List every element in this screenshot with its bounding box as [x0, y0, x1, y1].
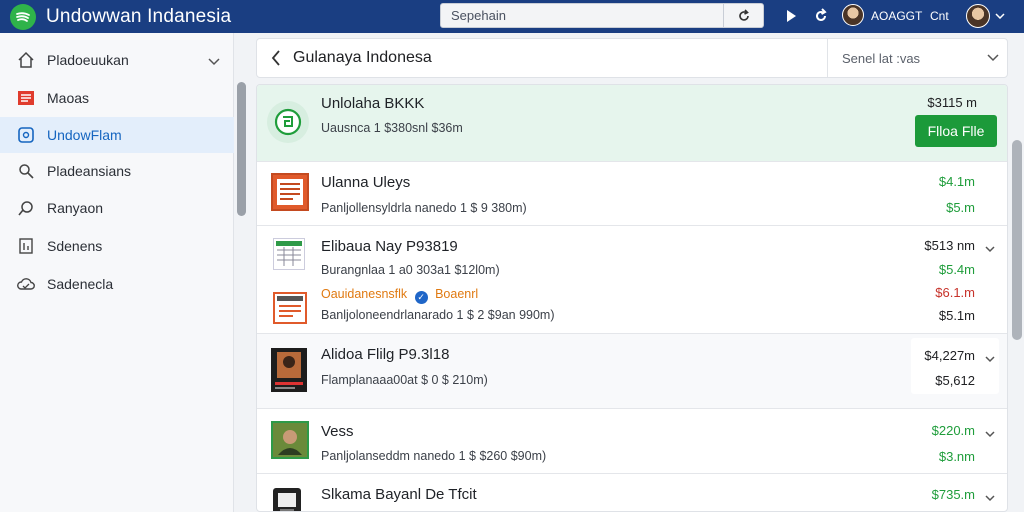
sync-icon[interactable]: [811, 6, 831, 26]
row-amount-tertiary: $5.1m: [938, 308, 975, 323]
row-amount: $4,227m: [924, 348, 975, 363]
row-amount: $513 nm: [924, 238, 975, 253]
sidebar-item-label: Pladoeuukan: [47, 52, 129, 68]
sidebar-item-label: Maoas: [47, 90, 90, 106]
row-title: Alidoa Flilg P9.3l18: [321, 346, 450, 363]
search-icon: [16, 161, 36, 181]
chevron-down-icon[interactable]: [985, 240, 995, 258]
user-avatar[interactable]: [842, 4, 864, 26]
page-title: Gulanaya Indonesa: [293, 49, 432, 66]
sidebar-item-pladeansians[interactable]: Pladeansians: [0, 153, 234, 189]
sidebar-item-label: Pladeansians: [47, 163, 132, 179]
row-amount-secondary: $5.4m: [938, 262, 975, 277]
row-amount-negative: $6.1.m: [935, 285, 975, 300]
play-icon[interactable]: [781, 6, 801, 26]
transaction-list: Unlolaha BKKK Uausnca 1 $380snl $36m $31…: [256, 84, 1008, 512]
list-item[interactable]: Vess Panljolanseddm nanedo 1 $ $260 $90m…: [257, 409, 1007, 474]
row-amount-secondary: $3.nm: [938, 449, 975, 464]
file-button[interactable]: Flloa Flle: [915, 115, 997, 147]
list-item[interactable]: Alidoa Flilg P9.3l18 Flamplanaaa00at $ 0…: [257, 334, 1007, 409]
list-item[interactable]: Unlolaha BKKK Uausnca 1 $380snl $36m $31…: [257, 85, 1007, 162]
cloud-icon: [16, 274, 36, 294]
list-item[interactable]: Slkama Bayanl De Tfcit $735.m: [257, 474, 1007, 511]
row-subtitle: Flamplanaaa00at $ 0 $ 210m): [321, 373, 488, 387]
row-title: Slkama Bayanl De Tfcit: [321, 486, 477, 503]
row-subtitle: Panljollensyldrla nanedo 1 $ 9 380m): [321, 201, 527, 215]
user-name[interactable]: AOAGGT: [871, 9, 922, 23]
list-icon: [16, 88, 36, 108]
sort-label: Senel lat :vas: [842, 50, 921, 66]
app-logo-icon[interactable]: [10, 3, 36, 30]
list-scrollbar[interactable]: [1012, 140, 1022, 340]
wallet-icon: [267, 101, 309, 143]
chevron-down-icon[interactable]: [993, 6, 1007, 26]
app-title: Undowwan Indanesia: [46, 5, 232, 27]
row-amount: $735.m: [931, 487, 975, 502]
verified-icon: ✓: [414, 291, 428, 304]
chevron-down-icon[interactable]: [985, 350, 995, 368]
row-tag: Oauidanesnsflk ✓ Boaenrl: [321, 285, 478, 304]
back-arrow-icon[interactable]: [267, 49, 285, 67]
tag-text-secondary: Boaenrl: [435, 287, 479, 301]
refresh-icon: [738, 8, 749, 21]
sidebar-item-label: Ranyaon: [47, 200, 104, 216]
list-header: Gulanaya Indonesa Senel lat :vas: [256, 38, 1008, 78]
chevron-down-icon: [987, 49, 999, 67]
list-item[interactable]: Elibaua Nay P93819 Burangnlaa 1 a0 303a1…: [257, 226, 1007, 334]
row-amount: $220.m: [931, 423, 975, 438]
row-amount: $4.1m: [938, 174, 975, 189]
row-subtitle-secondary: Banljoloneendrlanarado 1 $ 2 $9an 990m): [321, 308, 555, 322]
row-title: Unlolaha BKKK: [321, 95, 425, 112]
row-title: Elibaua Nay P93819: [321, 238, 458, 255]
row-amount-secondary: $5.m: [946, 200, 975, 215]
profile-thumbnail: [271, 421, 309, 459]
calendar-icon: [16, 236, 36, 256]
search-input[interactable]: Sepehain: [451, 8, 723, 23]
row-amount: $3115 m: [927, 95, 977, 110]
chat-icon: [16, 198, 36, 218]
sidebar-scrollbar[interactable]: [237, 82, 246, 216]
refresh-button[interactable]: [724, 4, 763, 27]
report-thumbnail: [273, 292, 307, 324]
search-box[interactable]: Sepehain: [440, 3, 764, 28]
row-title: Vess: [321, 423, 354, 440]
sidebar-item-undowflam[interactable]: UndowFlam: [0, 117, 234, 153]
tag-text: Oauidanesnsflk: [321, 287, 408, 301]
chevron-down-icon[interactable]: [985, 489, 995, 507]
sidebar-item-label: UndowFlam: [47, 127, 122, 143]
row-amount-secondary: $5,612: [935, 373, 975, 388]
list-item[interactable]: Ulanna Uleys Panljollensyldrla nanedo 1 …: [257, 162, 1007, 226]
spreadsheet-thumbnail: [273, 238, 305, 270]
chevron-down-icon[interactable]: [208, 53, 220, 71]
movie-thumbnail: [271, 348, 307, 392]
sidebar-item-label: Sadenecla: [47, 276, 114, 292]
sort-dropdown[interactable]: Senel lat :vas: [827, 39, 1009, 77]
row-subtitle: Burangnlaa 1 a0 303a1 $12l0m): [321, 263, 500, 277]
profile-avatar[interactable]: [966, 4, 990, 28]
home-icon: [16, 50, 36, 70]
sidebar-item-sdenens[interactable]: Sdenens: [0, 228, 234, 264]
sidebar-item-maoas[interactable]: Maoas: [0, 80, 234, 116]
document-thumbnail: [271, 173, 309, 211]
row-title: Ulanna Uleys: [321, 174, 411, 191]
row-subtitle: Panljolanseddm nanedo 1 $ $260 $90m): [321, 449, 547, 463]
user-short-label[interactable]: Cnt: [930, 9, 949, 23]
sidebar-item-ranyaon[interactable]: Ranyaon: [0, 190, 234, 226]
row-subtitle: Uausnca 1 $380snl $36m: [321, 121, 463, 135]
top-bar: Undowwan Indanesia Sepehain AOAGGT Cnt: [0, 0, 1024, 33]
sidebar: Pladoeuukan Maoas UndowFlam Pladeansians…: [0, 33, 234, 512]
sidebar-item-label: Sdenens: [47, 238, 103, 254]
square-icon: [16, 125, 36, 145]
sidebar-item-home[interactable]: Pladoeuukan: [0, 42, 234, 78]
device-thumbnail: [273, 488, 301, 511]
chevron-down-icon[interactable]: [985, 425, 995, 443]
sidebar-item-sadenecla[interactable]: Sadenecla: [0, 266, 234, 302]
